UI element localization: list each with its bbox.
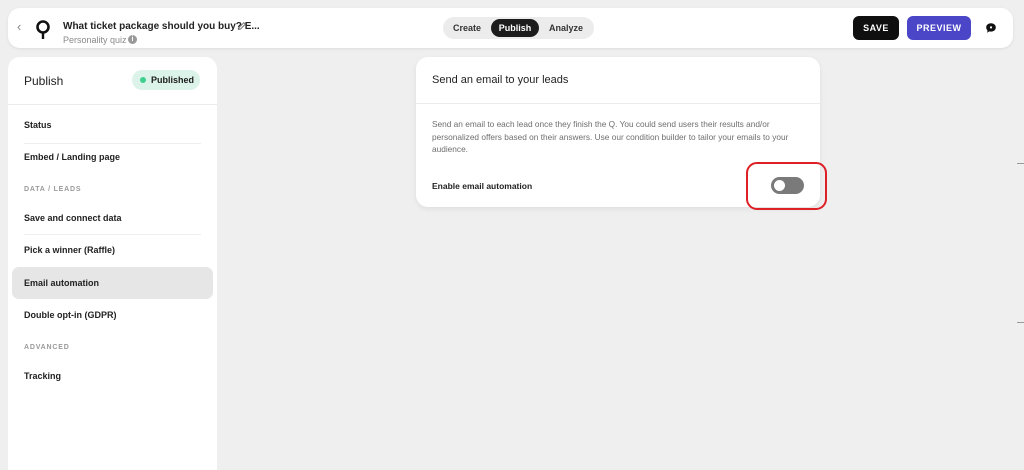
- sidebar-item-email-automation[interactable]: Email automation: [12, 267, 213, 299]
- top-bar: ‹ What ticket package should you buy? E.…: [8, 8, 1013, 48]
- preview-button[interactable]: PREVIEW: [907, 16, 971, 40]
- sidebar-item-status[interactable]: Status: [12, 109, 213, 141]
- tab-publish[interactable]: Publish: [491, 19, 539, 37]
- info-icon[interactable]: i: [128, 35, 137, 44]
- status-dot-icon: [140, 77, 146, 83]
- sidebar-title: Publish: [24, 74, 64, 88]
- toggle-label: Enable email automation: [432, 181, 533, 191]
- publish-sidebar: Publish Published Status Embed / Landing…: [8, 57, 217, 470]
- tab-create[interactable]: Create: [447, 19, 487, 37]
- card-header: Send an email to your leads: [416, 57, 820, 104]
- edge-mark: [1017, 163, 1024, 164]
- section-data-leads: DATA / LEADS: [24, 186, 82, 193]
- sidebar-item-embed[interactable]: Embed / Landing page: [12, 141, 213, 173]
- back-arrow-icon[interactable]: ‹: [17, 20, 21, 34]
- save-button[interactable]: SAVE: [853, 16, 899, 40]
- chat-icon[interactable]: [985, 22, 997, 34]
- sidebar-header: Publish Published: [8, 57, 217, 105]
- highlight-annotation: [746, 162, 827, 210]
- status-badge-label: Published: [151, 75, 195, 85]
- sidebar-item-double-opt-in[interactable]: Double opt-in (GDPR): [12, 299, 213, 331]
- card-title: Send an email to your leads: [432, 74, 569, 86]
- card-description: Send an email to each lead once they fin…: [432, 119, 789, 154]
- quiz-type-label: Personality quiz: [63, 35, 127, 45]
- tab-analyze[interactable]: Analyze: [543, 19, 589, 37]
- sidebar-item-save-connect[interactable]: Save and connect data: [12, 202, 213, 234]
- sidebar-item-pick-winner[interactable]: Pick a winner (Raffle): [12, 234, 213, 266]
- section-advanced: ADVANCED: [24, 344, 70, 351]
- edge-mark: [1017, 322, 1024, 323]
- logo-icon[interactable]: [35, 19, 51, 41]
- quiz-title[interactable]: What ticket package should you buy? E...: [63, 21, 260, 32]
- sidebar-item-tracking[interactable]: Tracking: [12, 360, 213, 392]
- pencil-icon[interactable]: [237, 21, 247, 31]
- mode-tabs: Create Publish Analyze: [443, 17, 594, 39]
- status-badge: Published: [132, 70, 200, 90]
